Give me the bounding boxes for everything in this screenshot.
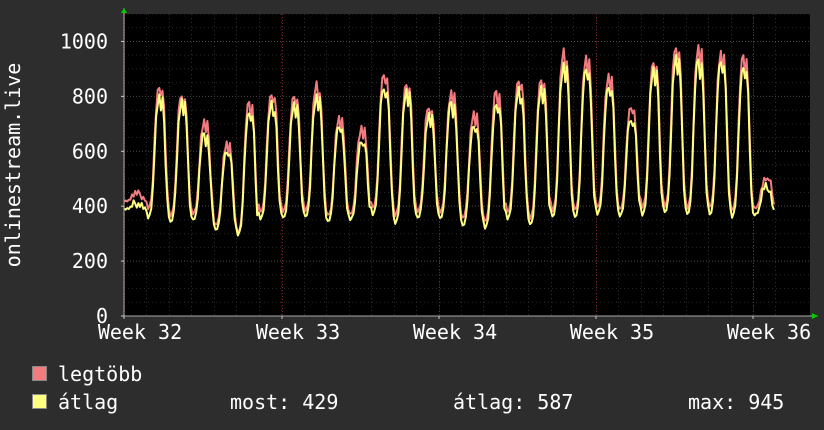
stat-max: max: 945 bbox=[688, 391, 784, 413]
stat-average-value: 587 bbox=[537, 390, 574, 414]
y-tick-label: 600 bbox=[72, 139, 108, 163]
y-axis-arrow bbox=[121, 8, 127, 13]
y-tick-label: 200 bbox=[72, 249, 108, 273]
legend-label: legtöbb bbox=[58, 362, 143, 386]
x-tick-label: Week 32 bbox=[98, 320, 182, 344]
y-tick-label: 1000 bbox=[60, 29, 108, 53]
x-axis-arrow bbox=[812, 313, 818, 319]
stat-average-label: átlag: bbox=[453, 390, 526, 414]
y-tick-label: 800 bbox=[72, 84, 108, 108]
legend-swatch-atlag bbox=[32, 394, 47, 409]
legend-item-atlag: átlag most: 429 átlag: 587 max: 945 bbox=[32, 391, 822, 413]
x-tick-label: Week 36 bbox=[727, 320, 811, 344]
x-tick-label: Week 34 bbox=[413, 320, 497, 344]
stat-max-value: 945 bbox=[748, 390, 785, 414]
y-axis-label: onlinestream.live bbox=[1, 63, 25, 268]
y-tick-label: 400 bbox=[72, 194, 108, 218]
y-tick-labels: 02004006008001000 bbox=[60, 29, 108, 328]
legend-swatch-legtobb bbox=[32, 366, 47, 381]
x-tick-label: Week 35 bbox=[570, 320, 654, 344]
stat-current-label: most: bbox=[230, 390, 291, 414]
chart: 02004006008001000 Week 32 Week 33 Week 34 W… bbox=[1, 8, 818, 344]
stat-current-value: 429 bbox=[302, 390, 339, 414]
stat-current: most: 429 bbox=[230, 391, 338, 413]
x-tick-labels: Week 32 Week 33 Week 34 Week 35 Week 36 bbox=[98, 320, 811, 344]
stat-max-label: max: bbox=[688, 390, 737, 414]
stat-average: átlag: 587 bbox=[453, 391, 573, 413]
plot-area bbox=[124, 14, 810, 316]
legend-label: átlag bbox=[58, 390, 119, 414]
x-tick-label: Week 33 bbox=[256, 320, 340, 344]
